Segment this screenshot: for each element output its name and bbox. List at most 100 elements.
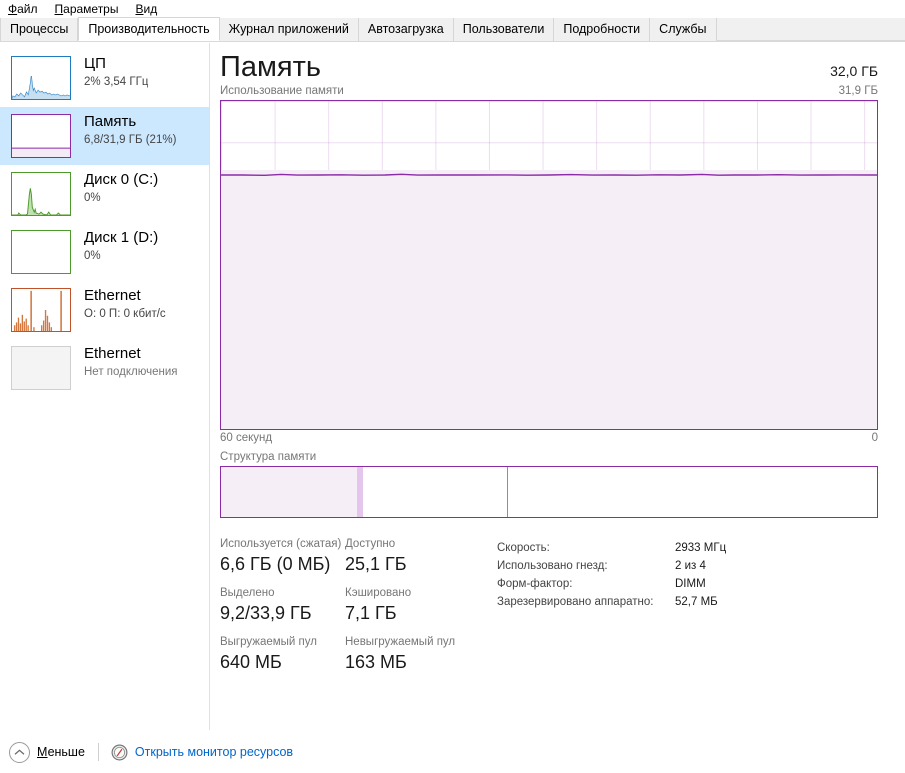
chevron-up-icon bbox=[9, 742, 30, 763]
stat-nonpaged-pool: Невыгружаемый пул 163 МБ bbox=[345, 635, 470, 674]
stat-row-3: Выгружаемый пул 640 МБ Невыгружаемый пул… bbox=[220, 635, 475, 674]
sidebar-item-ethernet-disconnected-subtitle: Нет подключения bbox=[84, 364, 178, 380]
stat-paged-pool: Выгружаемый пул 640 МБ bbox=[220, 635, 345, 674]
fewer-details-label: Меньше bbox=[37, 745, 85, 759]
stat-nonpaged-pool-label: Невыгружаемый пул bbox=[345, 635, 470, 650]
graph-axis-labels: 60 секунд 0 bbox=[220, 432, 878, 444]
menu-file-mnemonic: Ф bbox=[8, 2, 17, 16]
menu-options-rest: араметры bbox=[63, 2, 118, 16]
stat-committed-value: 9,2/33,9 ГБ bbox=[220, 601, 345, 625]
tab-services[interactable]: Службы bbox=[650, 18, 716, 41]
panel-header: Память 32,0 ГБ bbox=[220, 43, 878, 84]
sidebar-item-ethernet-disconnected-text: Ethernet Нет подключения bbox=[84, 343, 178, 380]
stat-cached-label: Кэшировано bbox=[345, 586, 470, 601]
info-formfactor-key: Форм-фактор: bbox=[497, 575, 675, 593]
sidebar-item-disk0[interactable]: Диск 0 (C:) 0% bbox=[0, 165, 209, 223]
stat-cached-value: 7,1 ГБ bbox=[345, 601, 470, 625]
memory-composition-label: Структура памяти bbox=[220, 451, 878, 463]
info-hw-reserved-key: Зарезервировано аппаратно: bbox=[497, 593, 675, 611]
graph-title-label: Использование памяти bbox=[220, 85, 344, 97]
stat-in-use-value: 6,6 ГБ (0 МБ) bbox=[220, 552, 345, 576]
composition-segment-standby bbox=[363, 467, 509, 517]
content-area: ЦП 2% 3,54 ГГц Память 6,8/31,9 ГБ (21%) bbox=[0, 43, 905, 730]
sidebar-item-memory[interactable]: Память 6,8/31,9 ГБ (21%) bbox=[0, 107, 209, 165]
resource-sidebar: ЦП 2% 3,54 ГГц Память 6,8/31,9 ГБ (21%) bbox=[0, 43, 210, 730]
composition-segment-free bbox=[508, 467, 877, 517]
stat-paged-pool-value: 640 МБ bbox=[220, 650, 345, 674]
graph-axis-left-label: 60 секунд bbox=[220, 432, 272, 444]
stat-nonpaged-pool-value: 163 МБ bbox=[345, 650, 470, 674]
menu-file[interactable]: Файл bbox=[8, 0, 38, 18]
menu-view[interactable]: Вид bbox=[135, 0, 157, 18]
stat-available: Доступно 25,1 ГБ bbox=[345, 537, 470, 576]
footer-divider bbox=[98, 743, 99, 761]
info-formfactor-value: DIMM bbox=[675, 575, 706, 593]
info-speed-key: Скорость: bbox=[497, 539, 675, 557]
sidebar-item-disk1-subtitle: 0% bbox=[84, 248, 158, 264]
total-memory-capacity: 32,0 ГБ bbox=[830, 63, 878, 79]
page-title: Память bbox=[220, 50, 321, 84]
info-row-hw-reserved: Зарезервировано аппаратно: 52,7 МБ bbox=[497, 593, 726, 611]
memory-hardware-info: Скорость: 2933 МГц Использовано гнезд: 2… bbox=[497, 537, 726, 684]
sidebar-item-ethernet-active-subtitle: О: 0 П: 0 кбит/с bbox=[84, 306, 166, 322]
sidebar-item-disk0-text: Диск 0 (C:) 0% bbox=[84, 169, 158, 206]
sidebar-item-ethernet-active[interactable]: Ethernet О: 0 П: 0 кбит/с bbox=[0, 281, 209, 339]
ethernet-thumbnail-graph bbox=[11, 288, 71, 332]
graph-axis-right-label: 0 bbox=[872, 432, 878, 444]
menu-bar: Файл Параметры Вид bbox=[0, 0, 905, 18]
info-hw-reserved-value: 52,7 МБ bbox=[675, 593, 718, 611]
sidebar-item-ethernet-active-title: Ethernet bbox=[84, 286, 166, 305]
sidebar-item-cpu-text: ЦП 2% 3,54 ГГц bbox=[84, 53, 148, 90]
tab-bar: Процессы Производительность Журнал прило… bbox=[0, 18, 905, 42]
sidebar-item-cpu-title: ЦП bbox=[84, 54, 148, 73]
stat-available-value: 25,1 ГБ bbox=[345, 552, 470, 576]
memory-detail-panel: Память 32,0 ГБ Использование памяти 31,9… bbox=[210, 43, 905, 730]
stat-in-use: Используется (сжатая) 6,6 ГБ (0 МБ) bbox=[220, 537, 345, 576]
graph-y-max-label: 31,9 ГБ bbox=[839, 85, 878, 97]
stat-paged-pool-label: Выгружаемый пул bbox=[220, 635, 345, 650]
menu-file-rest: айл bbox=[17, 2, 37, 16]
sidebar-item-memory-subtitle: 6,8/31,9 ГБ (21%) bbox=[84, 132, 176, 148]
sidebar-item-memory-title: Память bbox=[84, 112, 176, 131]
menu-options-mnemonic: П bbox=[55, 2, 64, 16]
ethernet-disconnected-thumbnail-graph bbox=[11, 346, 71, 390]
disk0-thumbnail-graph bbox=[11, 172, 71, 216]
tab-processes[interactable]: Процессы bbox=[0, 18, 78, 41]
sidebar-item-cpu-subtitle: 2% 3,54 ГГц bbox=[84, 74, 148, 90]
fewer-details-button[interactable]: Меньше bbox=[9, 742, 85, 763]
info-row-formfactor: Форм-фактор: DIMM bbox=[497, 575, 726, 593]
sidebar-item-disk1-text: Диск 1 (D:) 0% bbox=[84, 227, 158, 264]
stat-available-label: Доступно bbox=[345, 537, 470, 552]
menu-options[interactable]: Параметры bbox=[55, 0, 119, 18]
sidebar-item-cpu[interactable]: ЦП 2% 3,54 ГГц bbox=[0, 49, 209, 107]
memory-usage-graph bbox=[220, 100, 878, 430]
tab-performance[interactable]: Производительность bbox=[78, 17, 219, 41]
tab-app-history[interactable]: Журнал приложений bbox=[220, 18, 359, 41]
memory-thumbnail-graph bbox=[11, 114, 71, 158]
sidebar-item-disk1[interactable]: Диск 1 (D:) 0% bbox=[0, 223, 209, 281]
open-resource-monitor-label: Открыть монитор ресурсов bbox=[135, 745, 293, 759]
info-slots-key: Использовано гнезд: bbox=[497, 557, 675, 575]
resource-monitor-icon bbox=[111, 744, 128, 761]
stat-in-use-label: Используется (сжатая) bbox=[220, 537, 345, 552]
footer-bar: Меньше Открыть монитор ресурсов bbox=[0, 730, 905, 773]
sidebar-item-memory-text: Память 6,8/31,9 ГБ (21%) bbox=[84, 111, 176, 148]
stat-row-1: Используется (сжатая) 6,6 ГБ (0 МБ) Дост… bbox=[220, 537, 475, 576]
menu-view-rest: ид bbox=[144, 2, 158, 16]
sidebar-item-disk1-title: Диск 1 (D:) bbox=[84, 228, 158, 247]
fewer-details-rest: еньше bbox=[48, 745, 85, 759]
composition-segment-in-use bbox=[221, 467, 357, 517]
sidebar-item-ethernet-disconnected-title: Ethernet bbox=[84, 344, 178, 363]
sidebar-item-ethernet-disconnected[interactable]: Ethernet Нет подключения bbox=[0, 339, 209, 397]
info-row-slots: Использовано гнезд: 2 из 4 bbox=[497, 557, 726, 575]
graph-caption-row: Использование памяти 31,9 ГБ bbox=[220, 85, 878, 97]
tab-startup[interactable]: Автозагрузка bbox=[359, 18, 454, 41]
memory-stats-left: Используется (сжатая) 6,6 ГБ (0 МБ) Дост… bbox=[220, 537, 475, 684]
memory-composition-bar[interactable] bbox=[220, 466, 878, 518]
open-resource-monitor-link[interactable]: Открыть монитор ресурсов bbox=[111, 744, 293, 761]
tab-users[interactable]: Пользователи bbox=[454, 18, 555, 41]
graph-area-fill bbox=[221, 170, 877, 429]
tab-details[interactable]: Подробности bbox=[554, 18, 650, 41]
fewer-details-mnemonic: М bbox=[37, 745, 48, 759]
menu-view-mnemonic: В bbox=[135, 2, 143, 16]
